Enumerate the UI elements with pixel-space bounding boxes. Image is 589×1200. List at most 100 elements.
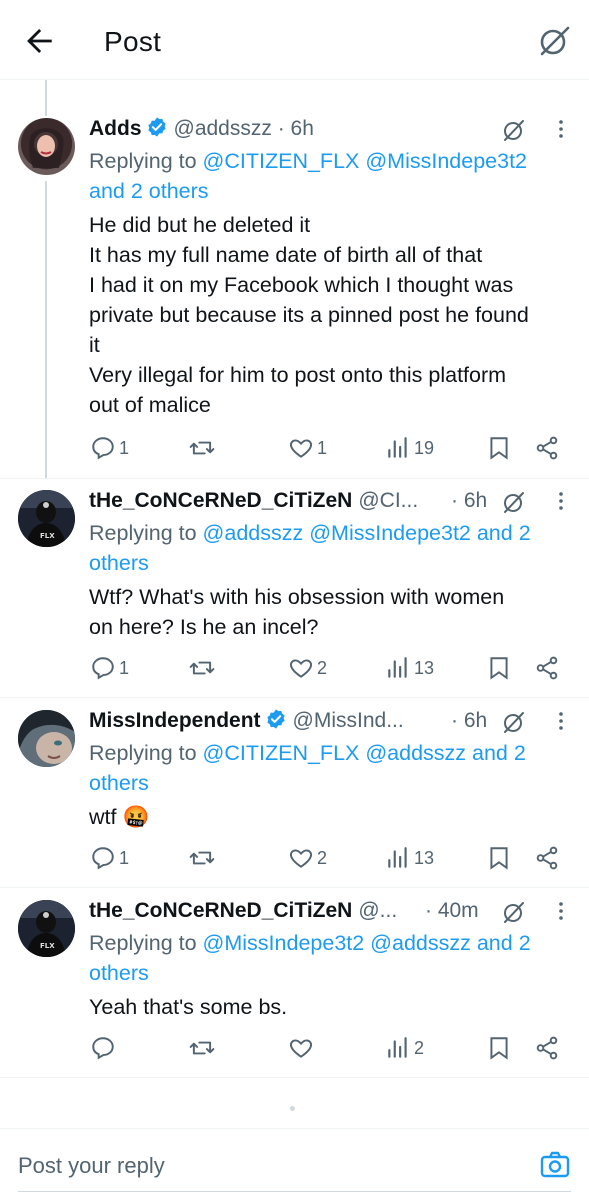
grok-icon[interactable] <box>501 489 527 515</box>
grok-icon[interactable] <box>501 899 527 925</box>
views-button[interactable]: 19 <box>385 433 434 463</box>
reply-icon <box>92 847 114 870</box>
reply-button[interactable] <box>90 1033 119 1063</box>
timestamp[interactable]: · 6h <box>278 117 314 140</box>
svg-text:FLX: FLX <box>40 532 55 540</box>
share-button[interactable] <box>534 1033 560 1063</box>
like-button[interactable]: 2 <box>288 653 327 683</box>
post-actions: 1 1 19 <box>0 433 589 463</box>
repost-icon <box>189 661 215 675</box>
post-meta: tHe_CoNCeRNeD_CiTiZeN @... · 40m <box>89 896 571 926</box>
post-actions: 1 2 13 <box>0 843 589 873</box>
views-icon <box>388 1037 407 1058</box>
share-icon <box>536 1036 558 1060</box>
display-name[interactable]: MissIndependent <box>89 709 261 732</box>
reply-icon <box>92 437 114 460</box>
reply-composer: Post your reply <box>0 1128 589 1200</box>
like-button[interactable]: 2 <box>288 843 327 873</box>
repost-button[interactable] <box>189 843 218 873</box>
camera-icon[interactable] <box>539 1149 571 1181</box>
timestamp[interactable]: · 40m <box>425 896 479 926</box>
avatar[interactable]: FLX <box>18 900 75 957</box>
post-meta: tHe_CoNCeRNeD_CiTiZeN @CI... · 6h <box>89 486 571 516</box>
like-icon <box>290 659 312 678</box>
post-actions: 1 2 13 <box>0 653 589 683</box>
reply-post[interactable]: MissIndependent @MissInd... · 6h Replying… <box>0 698 589 888</box>
reply-post[interactable]: Adds @addsszz · 6h Replying to @CITIZEN_F… <box>0 80 589 478</box>
like-button[interactable] <box>288 1033 317 1063</box>
replying-to: Replying to @CITIZEN_FLX @MissIndepe3t2 … <box>89 149 527 203</box>
user-handle[interactable]: @... <box>358 899 397 922</box>
reply-post[interactable]: FLX tHe_CoNCeRNeD_CiTiZeN @CI... · 6h Rep… <box>0 478 589 698</box>
more-options-icon[interactable] <box>557 710 565 732</box>
mention-link[interactable]: @addsszz @MissIndepe3t2 and 2 <box>203 521 531 545</box>
mention-link[interactable]: others <box>89 551 149 575</box>
post-meta: MissIndependent @MissInd... · 6h <box>89 706 571 736</box>
post-text: Yeah that's some bs. <box>89 995 288 1019</box>
grok-icon[interactable] <box>501 709 527 735</box>
repost-icon <box>189 851 215 865</box>
display-name[interactable]: tHe_CoNCeRNeD_CiTiZeN <box>89 489 352 512</box>
grok-icon[interactable] <box>501 117 527 143</box>
reply-button[interactable]: 1 <box>90 653 129 683</box>
views-button[interactable]: 2 <box>385 1033 424 1063</box>
arrow-left-icon[interactable] <box>22 24 56 58</box>
like-icon <box>290 849 312 868</box>
share-button[interactable] <box>534 653 560 683</box>
like-icon <box>290 439 312 458</box>
more-options-icon[interactable] <box>557 118 565 140</box>
reply-post[interactable]: FLX tHe_CoNCeRNeD_CiTiZeN @... · 40m Repl… <box>0 888 589 1078</box>
mention-link[interactable]: and 2 others <box>89 179 209 203</box>
bookmark-button[interactable] <box>486 653 512 683</box>
avatar[interactable]: FLX <box>18 490 75 547</box>
views-button[interactable]: 13 <box>385 653 434 683</box>
repost-button[interactable] <box>189 653 218 683</box>
views-icon <box>388 437 407 458</box>
repost-button[interactable] <box>189 1033 218 1063</box>
mention-link[interactable]: @CITIZEN_FLX @MissIndepe3t2 <box>203 149 527 173</box>
avatar[interactable] <box>18 118 75 175</box>
bookmark-button[interactable] <box>486 1033 512 1063</box>
repost-icon <box>189 1041 215 1055</box>
replying-to: Replying to @MissIndepe3t2 @addsszz and … <box>89 931 531 985</box>
bookmark-icon <box>490 847 508 870</box>
avatar[interactable] <box>18 710 75 767</box>
reply-icon <box>92 657 114 680</box>
bookmark-icon <box>490 657 508 680</box>
page-title: Post <box>104 26 162 57</box>
reply-button[interactable]: 1 <box>90 433 129 463</box>
loading-dot <box>290 1106 295 1111</box>
mention-link[interactable]: others <box>89 771 149 795</box>
share-button[interactable] <box>534 843 560 873</box>
post-text: He did but he deleted it It has my full … <box>89 213 529 417</box>
replying-to: Replying to @CITIZEN_FLX @addsszz and 2 … <box>89 741 526 795</box>
mention-link[interactable]: @MissIndepe3t2 @addsszz and 2 <box>203 931 531 955</box>
bookmark-button[interactable] <box>486 843 512 873</box>
more-options-icon[interactable] <box>557 900 565 922</box>
share-button[interactable] <box>534 433 560 463</box>
user-handle[interactable]: @addsszz <box>174 117 272 140</box>
timestamp[interactable]: · 6h <box>451 706 487 736</box>
composer-underline <box>18 1191 571 1192</box>
reply-input[interactable]: Post your reply <box>18 1153 165 1179</box>
views-button[interactable]: 13 <box>385 843 434 873</box>
post-text: Wtf? What's with his obsession with wome… <box>89 585 505 639</box>
display-name[interactable]: Adds <box>89 117 142 140</box>
post-text: wtf 🤬 <box>89 805 150 829</box>
repost-button[interactable] <box>189 433 218 463</box>
more-options-icon[interactable] <box>557 490 565 512</box>
verified-badge-icon <box>147 117 166 137</box>
like-button[interactable]: 1 <box>288 433 327 463</box>
user-handle[interactable]: @CI... <box>358 489 418 512</box>
mention-link[interactable]: @CITIZEN_FLX @addsszz and 2 <box>203 741 526 765</box>
replying-to: Replying to @addsszz @MissIndepe3t2 and … <box>89 521 531 575</box>
display-name[interactable]: tHe_CoNCeRNeD_CiTiZeN <box>89 899 352 922</box>
mention-link[interactable]: others <box>89 961 149 985</box>
reply-button[interactable]: 1 <box>90 843 129 873</box>
grok-icon[interactable] <box>537 24 571 58</box>
share-icon <box>536 656 558 680</box>
bookmark-icon <box>490 437 508 460</box>
bookmark-button[interactable] <box>486 433 512 463</box>
timestamp[interactable]: · 6h <box>451 486 487 516</box>
user-handle[interactable]: @MissInd... <box>293 709 404 732</box>
